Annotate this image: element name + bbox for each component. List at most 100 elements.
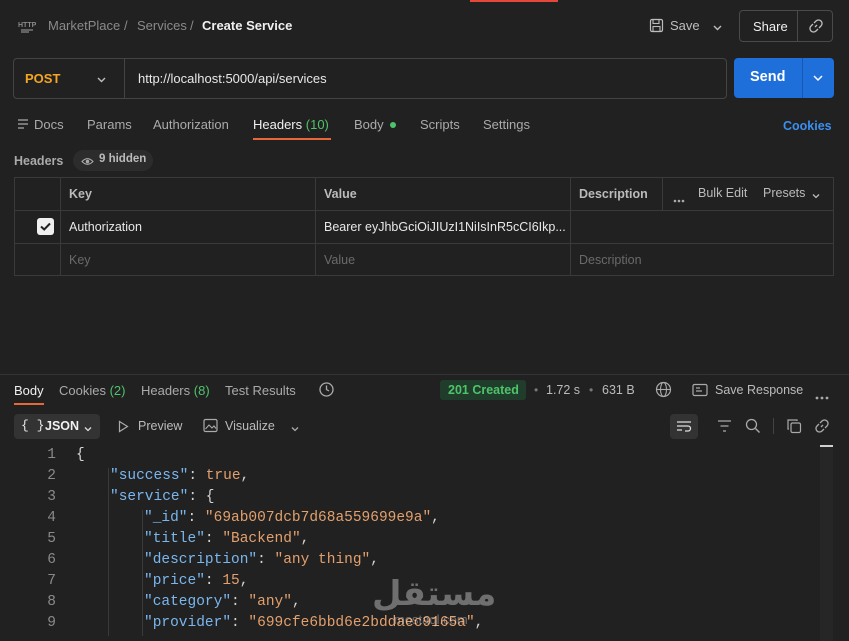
- code-token: :: [204, 573, 223, 589]
- code-token: ,: [431, 510, 440, 526]
- status-badge[interactable]: 201 Created: [440, 380, 526, 400]
- visualize-button[interactable]: Visualize: [225, 419, 275, 433]
- tab-body[interactable]: Body: [354, 117, 384, 132]
- filter-icon[interactable]: [717, 419, 732, 436]
- code-token: "title": [144, 531, 205, 547]
- send-button[interactable]: Send: [750, 69, 785, 85]
- bulk-edit-button[interactable]: Bulk Edit: [698, 186, 747, 200]
- chevron-down-icon[interactable]: [290, 422, 300, 437]
- description-placeholder[interactable]: Description: [579, 253, 642, 267]
- code-token: :: [187, 510, 205, 526]
- indent-guide: [142, 594, 143, 615]
- line-number: 2: [47, 468, 56, 484]
- tab-headers[interactable]: Headers (10): [253, 117, 329, 132]
- code-token: ,: [474, 615, 484, 631]
- tab-response-headers-label: Headers: [141, 383, 191, 398]
- code-token: true: [205, 468, 241, 484]
- hidden-headers-toggle[interactable]: 9 hidden: [73, 150, 153, 171]
- indent-guide: [108, 489, 109, 510]
- cookies-link[interactable]: Cookies: [783, 119, 832, 133]
- chevron-down-icon[interactable]: [811, 189, 821, 204]
- column-header-value: Value: [324, 187, 357, 201]
- code-line: "description": "any thing",: [144, 552, 379, 568]
- wrap-lines-button[interactable]: [670, 414, 698, 439]
- header-key[interactable]: Authorization: [69, 220, 142, 234]
- pane-divider[interactable]: [0, 374, 849, 375]
- status-dot-icon: [390, 122, 396, 128]
- indent-guide: [108, 552, 109, 573]
- scrollbar-thumb[interactable]: [820, 445, 833, 447]
- breadcrumb-marketplace[interactable]: MarketPlace: [48, 18, 120, 33]
- copy-icon[interactable]: [786, 418, 802, 437]
- tab-docs[interactable]: Docs: [34, 117, 64, 132]
- divider: [797, 11, 798, 41]
- format-dropdown[interactable]: { } JSON: [14, 414, 100, 439]
- save-response-button[interactable]: Save Response: [715, 383, 803, 397]
- tab-test-results[interactable]: Test Results: [225, 383, 296, 398]
- link-icon[interactable]: [808, 18, 824, 37]
- code-line: "success": true,: [110, 468, 249, 484]
- tab-authorization[interactable]: Authorization: [153, 117, 229, 132]
- divider: [773, 418, 774, 434]
- share-button[interactable]: Share: [753, 19, 788, 34]
- search-icon[interactable]: [745, 418, 761, 437]
- headers-table: Key Value Description Bulk Edit Presets …: [14, 177, 834, 276]
- checkbox-checked[interactable]: [37, 218, 54, 235]
- accent-line: [470, 0, 558, 2]
- line-number: 5: [47, 531, 56, 547]
- column-divider: [662, 178, 663, 210]
- tab-headers-count: (10): [305, 117, 329, 132]
- indent-guide: [108, 573, 109, 594]
- code-token: "description": [144, 552, 258, 568]
- active-tab-underline: [14, 403, 44, 405]
- indent-guide: [108, 510, 109, 531]
- divider: [802, 58, 803, 98]
- more-options-icon[interactable]: [673, 191, 685, 206]
- tab-response-cookies-count: (2): [109, 383, 126, 398]
- code-token: :: [231, 615, 249, 631]
- indent-guide: [108, 468, 109, 489]
- history-icon[interactable]: [318, 381, 335, 401]
- preview-button[interactable]: Preview: [138, 419, 182, 433]
- save-button[interactable]: Save: [646, 12, 731, 40]
- url-input[interactable]: http://localhost:5000/api/services: [138, 71, 327, 86]
- code-token: "success": [110, 468, 189, 484]
- tab-response-body[interactable]: Body: [14, 383, 44, 398]
- indent-guide: [108, 531, 109, 552]
- image-icon: [203, 418, 218, 436]
- breadcrumb-separator: /: [190, 18, 194, 33]
- code-line: "title": "Backend",: [144, 531, 309, 547]
- header-value[interactable]: Bearer eyJhbGciOiJIUzI1NiIsInR5cCI6Ikp..…: [324, 220, 566, 234]
- key-placeholder[interactable]: Key: [69, 253, 91, 267]
- watermark-arabic: مستقل: [372, 574, 497, 614]
- response-size[interactable]: 631 B: [602, 383, 635, 397]
- chevron-down-icon[interactable]: [96, 73, 107, 88]
- code-token: :: [231, 594, 249, 610]
- indent-guide: [108, 594, 109, 615]
- more-options-icon[interactable]: [815, 388, 829, 403]
- page-title: Create Service: [202, 18, 293, 33]
- tab-response-cookies[interactable]: Cookies (2): [59, 383, 125, 398]
- share-group: Share: [739, 10, 833, 42]
- line-number: 3: [47, 489, 56, 505]
- code-token: : {: [188, 489, 215, 505]
- tab-scripts[interactable]: Scripts: [420, 117, 460, 132]
- tab-settings[interactable]: Settings: [483, 117, 530, 132]
- presets-dropdown[interactable]: Presets: [763, 186, 805, 200]
- chevron-down-icon[interactable]: [712, 21, 723, 36]
- tab-response-headers[interactable]: Headers (8): [141, 383, 210, 398]
- line-number: 8: [47, 594, 56, 610]
- method-select[interactable]: POST: [25, 71, 60, 86]
- tab-params[interactable]: Params: [87, 117, 132, 132]
- response-time[interactable]: 1.72 s: [546, 383, 580, 397]
- url-bar: POST http://localhost:5000/api/services: [13, 58, 727, 99]
- hidden-count: 9 hidden: [99, 153, 147, 165]
- link-icon[interactable]: [814, 418, 830, 437]
- chevron-down-icon[interactable]: [812, 72, 824, 87]
- globe-icon[interactable]: [655, 381, 672, 401]
- code-token: ,: [240, 468, 250, 484]
- breadcrumb-services[interactable]: Services: [137, 18, 187, 33]
- scrollbar[interactable]: [820, 445, 833, 641]
- code-token: "69ab007dcb7d68a559699e9a": [204, 510, 432, 526]
- value-placeholder[interactable]: Value: [324, 253, 355, 267]
